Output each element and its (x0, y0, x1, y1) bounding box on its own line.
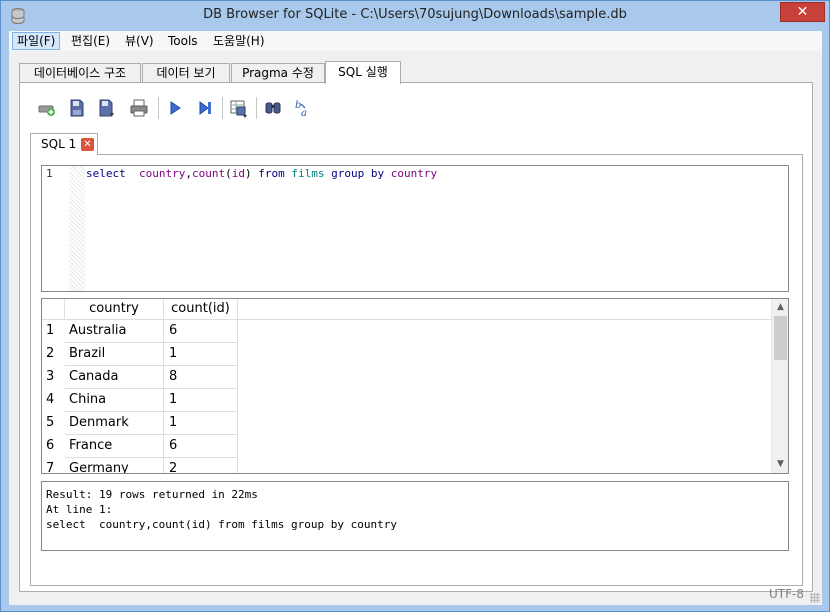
cell-count[interactable]: 8 (164, 366, 238, 389)
tab-execute-sql[interactable]: SQL 실행 (325, 61, 401, 84)
keyword-select: select (86, 167, 126, 180)
client-area: 파일(F) 편집(E) 뷰(V) Tools 도움말(H) 데이터베이스 구조 … (9, 31, 822, 605)
fold-margin (69, 166, 85, 291)
save-results-icon[interactable] (228, 97, 250, 119)
corner-cell[interactable] (42, 299, 65, 320)
row-number: 3 (46, 369, 55, 384)
row-number: 1 (46, 323, 55, 338)
resize-grip-icon[interactable] (810, 593, 820, 603)
cell-count[interactable]: 6 (164, 435, 238, 458)
sql-editor[interactable]: 1 select country,count(id) from films gr… (41, 165, 789, 292)
cell-country[interactable]: Australia (65, 320, 164, 343)
cell-country[interactable]: France (65, 435, 164, 458)
execute-sql-panel: b a SQL 1 ✕ 1 select country,count(id) f… (19, 82, 813, 592)
sql-area: 1 select country,count(id) from films gr… (30, 154, 803, 586)
punctuation: ( (225, 167, 232, 180)
menu-edit[interactable]: 편집(E) (67, 32, 114, 50)
row-number: 2 (46, 346, 55, 361)
column-header-country[interactable]: country (65, 299, 164, 320)
tab-db-structure[interactable]: 데이터베이스 구조 (19, 63, 141, 83)
cell-count[interactable]: 1 (164, 412, 238, 435)
open-sql-icon[interactable] (66, 97, 88, 119)
column-header-count[interactable]: count(id) (164, 299, 238, 320)
cell-count[interactable]: 1 (164, 343, 238, 366)
row-number: 4 (46, 392, 55, 407)
scroll-thumb[interactable] (774, 316, 787, 360)
vertical-scrollbar[interactable]: ▲ ▼ (771, 299, 788, 473)
toolbar-separator (256, 97, 257, 119)
row-number: 6 (46, 438, 55, 453)
result-line: Result: 19 rows returned in 22ms (46, 488, 258, 501)
cell-count[interactable]: 1 (164, 389, 238, 412)
tab-edit-pragmas[interactable]: Pragma 수정 (231, 63, 325, 83)
table-row[interactable]: 5 Denmark 1 (42, 412, 773, 435)
window-title: DB Browser for SQLite - C:\Users\70sujun… (203, 7, 627, 22)
row-number: 5 (46, 415, 55, 430)
keyword-group: group (331, 167, 365, 180)
identifier: country (139, 167, 186, 180)
save-sql-icon[interactable] (96, 97, 118, 119)
table-row[interactable]: 6 France 6 (42, 435, 773, 458)
scroll-down-icon[interactable]: ▼ (772, 456, 788, 473)
keyword-from: from (258, 167, 285, 180)
table-row[interactable]: 3 Canada 8 (42, 366, 773, 389)
table-row[interactable]: 1 Australia 6 (42, 320, 773, 343)
row-number: 7 (46, 461, 55, 474)
title-bar[interactable]: DB Browser for SQLite - C:\Users\70sujun… (1, 1, 829, 31)
menu-bar: 파일(F) 편집(E) 뷰(V) Tools 도움말(H) (9, 31, 822, 51)
result-line: select country,count(id) from films grou… (46, 518, 397, 531)
toolbar-separator (158, 97, 159, 119)
cell-country[interactable]: Germany (65, 458, 164, 473)
grid-header: country count(id) (42, 299, 773, 320)
table-row[interactable]: 2 Brazil 1 (42, 343, 773, 366)
keyword-by: by (370, 167, 385, 180)
table-name: films (291, 167, 325, 180)
punctuation: ) (244, 167, 252, 180)
sql-tab-label: SQL 1 (41, 137, 77, 151)
menu-help[interactable]: 도움말(H) (209, 32, 269, 50)
line-number: 1 (46, 167, 53, 180)
function-name: count (191, 167, 226, 180)
find-replace-icon[interactable]: b a (292, 97, 314, 119)
status-bar: UTF-8 (9, 584, 822, 605)
close-tab-icon[interactable]: ✕ (81, 138, 94, 151)
result-line: At line 1: (46, 503, 113, 516)
cell-country[interactable]: Canada (65, 366, 164, 389)
cell-count[interactable]: 6 (164, 320, 238, 343)
results-grid: country count(id) 1 Australia 6 2 Brazil… (41, 298, 789, 474)
find-icon[interactable] (262, 97, 284, 119)
menu-file[interactable]: 파일(F) (12, 32, 61, 50)
sql-editor-tab[interactable]: SQL 1 ✕ (30, 133, 98, 155)
encoding-label: UTF-8 (769, 587, 804, 601)
print-icon[interactable] (128, 97, 150, 119)
app-window: DB Browser for SQLite - C:\Users\70sujun… (0, 0, 830, 612)
menu-view[interactable]: 뷰(V) (121, 32, 158, 50)
punctuation: , (185, 167, 192, 180)
scroll-up-icon[interactable]: ▲ (772, 299, 788, 316)
close-button[interactable]: ✕ (780, 2, 825, 22)
sql-code: select country,count(id) from films grou… (86, 167, 437, 180)
table-row[interactable]: 4 China 1 (42, 389, 773, 412)
table-row[interactable]: 7 Germany 2 (42, 458, 773, 474)
cell-count[interactable]: 2 (164, 458, 238, 473)
svg-text:a: a (301, 108, 307, 119)
execute-line-icon[interactable] (194, 97, 216, 119)
menu-tools[interactable]: Tools (164, 32, 202, 50)
identifier: country (390, 167, 438, 180)
execute-all-icon[interactable] (164, 97, 186, 119)
cell-country[interactable]: Denmark (65, 412, 164, 435)
identifier: id (231, 167, 245, 180)
result-message-pane[interactable]: Result: 19 rows returned in 22ms At line … (41, 481, 789, 551)
tab-browse-data[interactable]: 데이터 보기 (142, 63, 230, 83)
toolbar-separator (222, 97, 223, 119)
open-tab-icon[interactable] (36, 97, 58, 119)
cell-country[interactable]: China (65, 389, 164, 412)
cell-country[interactable]: Brazil (65, 343, 164, 366)
